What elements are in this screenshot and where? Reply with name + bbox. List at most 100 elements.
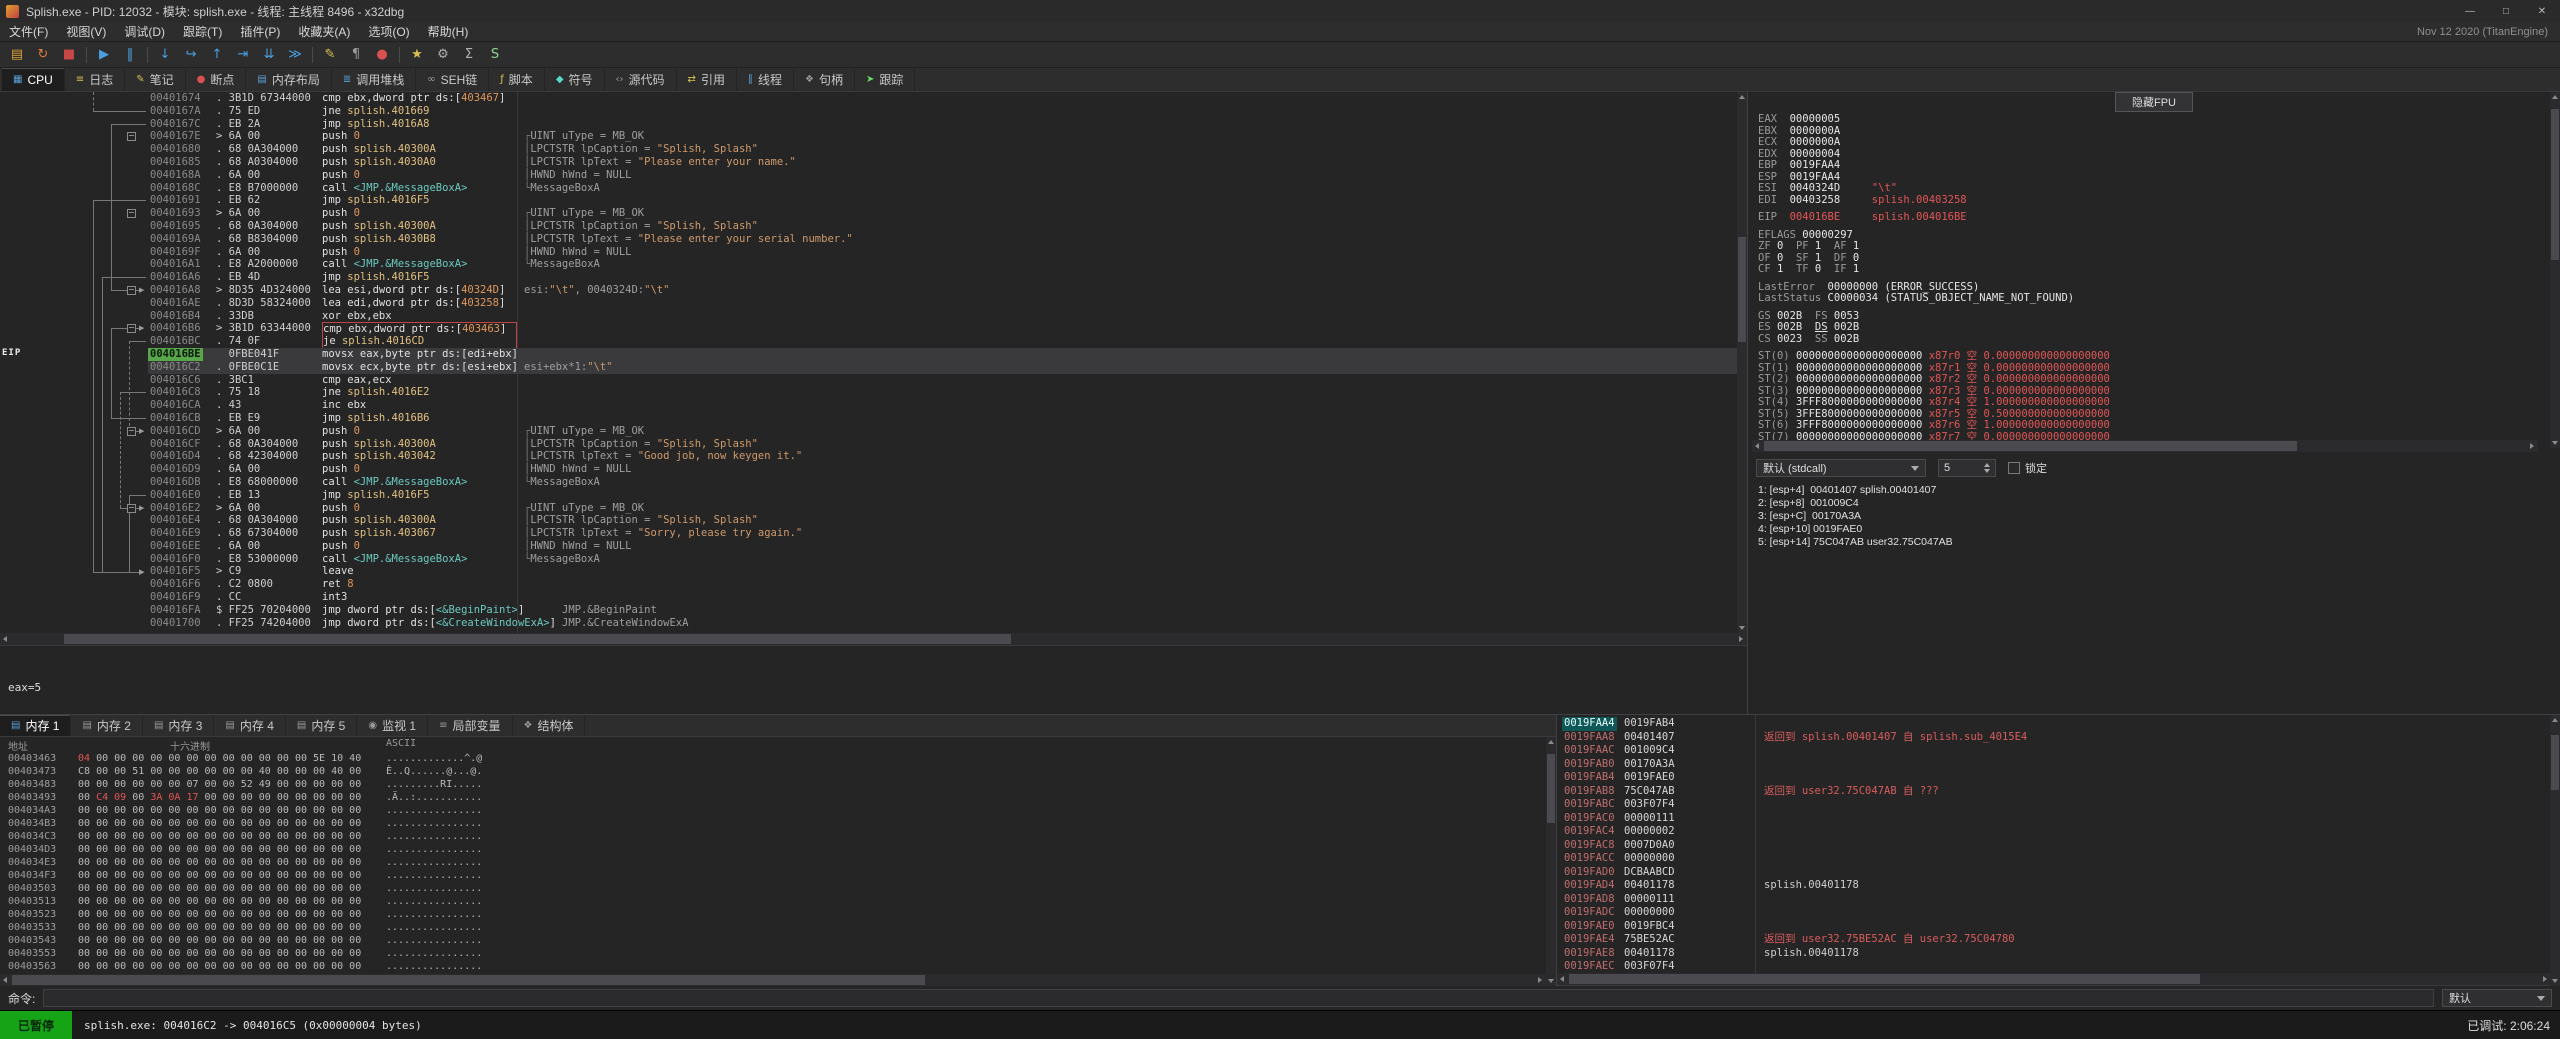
disasm-row[interactable]: 00401691 . EB 62 jmp splish.4016F5 [0, 194, 1737, 207]
maximize-button[interactable]: □ [2488, 0, 2524, 22]
dump-byte[interactable]: 00 [277, 766, 289, 777]
dump-byte[interactable]: 00 [168, 870, 180, 881]
dump-byte[interactable]: 00 [96, 909, 108, 920]
tab-notes[interactable]: ✎ 笔记 [125, 68, 186, 91]
scroll-track[interactable] [1764, 440, 2526, 452]
dump-byte[interactable]: 00 [186, 857, 198, 868]
dump-byte[interactable]: 00 [295, 909, 307, 920]
dump-byte[interactable]: 00 [331, 948, 343, 959]
dump-byte[interactable]: 00 [277, 948, 289, 959]
dump-byte[interactable]: 00 [331, 922, 343, 933]
disasm-row[interactable]: 004016AE . 8D3D 58324000 lea edi,dword ptr… [0, 297, 1737, 310]
register-line[interactable]: EBP 0019FAA4 [1758, 159, 2548, 172]
dump-byte[interactable]: 00 [241, 935, 253, 946]
scroll-track[interactable] [12, 974, 1534, 986]
stack-row[interactable]: 0019FAD4 00401178 splish.00401178 [1558, 879, 2550, 893]
dump-byte[interactable]: 49 [259, 779, 271, 790]
dump-byte[interactable]: 00 [205, 766, 217, 777]
dump-byte[interactable]: 00 [295, 766, 307, 777]
scroll-thumb[interactable] [2551, 108, 2559, 260]
stack-row[interactable]: 0019FAC4 00000002 [1558, 825, 2550, 839]
dump-byte[interactable]: 00 [295, 922, 307, 933]
calling-convention-select[interactable]: 默认 (stdcall) [1756, 459, 1926, 477]
dump-byte[interactable]: 00 [259, 870, 271, 881]
dump-byte[interactable]: 00 [114, 766, 126, 777]
dump-byte[interactable]: 00 [168, 766, 180, 777]
argument-row[interactable]: 3: [esp+C] 00170A3A [1758, 510, 2548, 523]
scroll-left-icon[interactable] [0, 974, 12, 986]
dump-byte[interactable]: 00 [241, 883, 253, 894]
disasm-row[interactable]: 004016CF . 68 0A304000 push splish.40300A │… [0, 438, 1737, 451]
register-line[interactable]: EAX 00000005 [1758, 113, 2548, 126]
disasm-row[interactable]: 004016E0 . EB 13 jmp splish.4016F5 [0, 489, 1737, 502]
dump-byte[interactable]: 52 [241, 779, 253, 790]
stack-row[interactable]: 0019FAAC 001009C4 [1558, 744, 2550, 758]
dump-byte[interactable]: 00 [259, 805, 271, 816]
dump-byte[interactable]: 00 [313, 805, 325, 816]
dump-byte[interactable]: 00 [114, 844, 126, 855]
argument-row[interactable]: 1: [esp+4] 00401407 splish.00401407 [1758, 484, 2548, 497]
disasm-row[interactable]: 0040169F . 6A 00 push 0 │HWND hWnd = NULL [0, 246, 1737, 259]
register-line[interactable]: EFLAGS 00000297 [1758, 229, 2548, 242]
dump-byte[interactable]: 00 [241, 922, 253, 933]
dump-byte[interactable]: 00 [132, 831, 144, 842]
dump-byte[interactable]: 00 [349, 948, 361, 959]
tab-struct[interactable]: ❖ 结构体 [513, 715, 586, 736]
dump-byte[interactable]: 00 [295, 883, 307, 894]
dump-byte[interactable]: 3A [150, 792, 162, 803]
dump-row[interactable]: 004034E3 00 00 00 00 00 00 00 00 00 00 00… [0, 856, 1546, 869]
dump-byte[interactable]: 00 [150, 818, 162, 829]
dump-byte[interactable]: 00 [295, 857, 307, 868]
disassembly-horizontal-scrollbar[interactable] [0, 633, 1747, 645]
dump-byte[interactable]: 00 [223, 753, 235, 764]
scroll-track[interactable] [1546, 747, 1556, 976]
dump-byte[interactable]: 00 [186, 818, 198, 829]
stack-row[interactable]: 0019FAA8 00401407 返回到 splish.00401407 自 sp… [1558, 731, 2550, 745]
minimize-button[interactable]: — [2452, 0, 2488, 22]
dump-byte[interactable]: 00 [96, 922, 108, 933]
dump-byte[interactable]: 00 [78, 909, 90, 920]
dump-byte[interactable]: 00 [223, 896, 235, 907]
dump-byte[interactable]: 00 [132, 961, 144, 972]
dump-byte[interactable]: 00 [132, 909, 144, 920]
dump-byte[interactable]: 00 [313, 896, 325, 907]
dump-byte[interactable]: 00 [331, 857, 343, 868]
dump-byte[interactable]: 00 [349, 779, 361, 790]
dump-byte[interactable]: 00 [223, 805, 235, 816]
dump-byte[interactable]: 00 [313, 792, 325, 803]
tab-locals[interactable]: ≡ 局部变量 [428, 715, 513, 736]
dump-byte[interactable]: 00 [223, 831, 235, 842]
dump-byte[interactable]: 00 [241, 805, 253, 816]
register-line[interactable]: EDI 00403258 splish.00403258 [1758, 194, 2548, 207]
dump-byte[interactable]: 00 [259, 896, 271, 907]
dump-byte[interactable]: 00 [295, 818, 307, 829]
dump-byte[interactable]: 00 [259, 948, 271, 959]
tab-memory-2[interactable]: ▤ 内存 2 [71, 715, 143, 736]
dump-byte[interactable]: 00 [132, 844, 144, 855]
scroll-track[interactable] [1737, 102, 1747, 623]
dump-byte[interactable]: 00 [349, 818, 361, 829]
tab-log[interactable]: ≡ 日志 [65, 68, 126, 91]
tab-cpu[interactable]: ▦ CPU [2, 68, 65, 91]
menu-item-6[interactable]: 选项(O) [359, 21, 418, 42]
open-file-button[interactable]: ▤ [4, 44, 30, 66]
tab-call-stack[interactable]: ≣ 调用堆栈 [332, 68, 417, 91]
dump-byte[interactable]: 00 [132, 896, 144, 907]
dump-byte[interactable]: 00 [241, 909, 253, 920]
dump-row[interactable]: 00403463 04 00 00 00 00 00 00 00 00 00 00… [0, 752, 1546, 765]
dump-byte[interactable]: 00 [132, 805, 144, 816]
dump-byte[interactable]: 00 [205, 922, 217, 933]
dump-byte[interactable]: 00 [349, 844, 361, 855]
dump-byte[interactable]: 00 [78, 792, 90, 803]
dump-byte[interactable]: 00 [78, 844, 90, 855]
disasm-row[interactable]: 004016CD > 6A 00 push 0 ┌UINT uType = MB_OK [0, 425, 1737, 438]
dump-byte[interactable]: 00 [205, 844, 217, 855]
dump-byte[interactable]: 00 [96, 896, 108, 907]
disasm-row[interactable]: 004016F0 . E8 53000000 call <JMP.&MessageB… [0, 553, 1737, 566]
tab-script[interactable]: ƒ 脚本 [489, 68, 545, 91]
dump-byte[interactable]: 00 [114, 753, 126, 764]
dump-byte[interactable]: 00 [132, 792, 144, 803]
close-button[interactable]: ✕ [2524, 0, 2560, 22]
dump-byte[interactable]: 09 [114, 792, 126, 803]
dump-byte[interactable]: 00 [277, 870, 289, 881]
